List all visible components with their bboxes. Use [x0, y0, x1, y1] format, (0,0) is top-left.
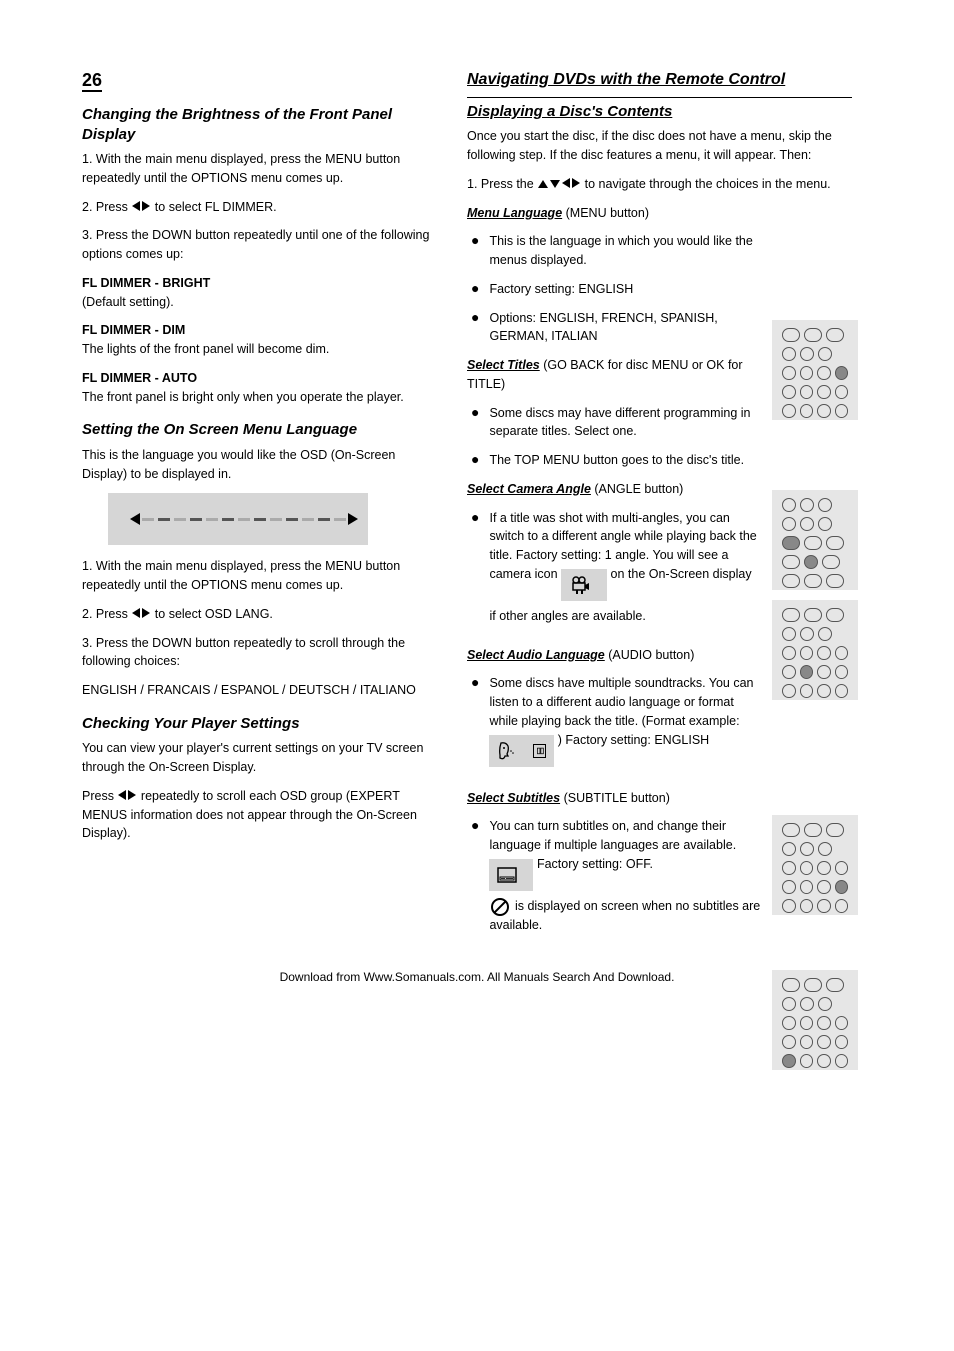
subtitle-sub: Select Subtitles (SUBTITLE button): [467, 789, 757, 808]
nav-step-1: 1. Press the to navigate through the cho…: [467, 175, 852, 194]
bullet-menu-lang-desc: This is the language in which you would …: [489, 232, 761, 270]
check-settings-desc: You can view your player's current setti…: [82, 739, 432, 777]
remote-diagram-menu: [772, 320, 858, 420]
remote-diagram-angle: [772, 600, 858, 700]
down-arrow-icon: [550, 180, 560, 188]
dolby-icon: ▯▯: [533, 744, 546, 758]
step-3-brightness: 3. Press the DOWN button repeatedly unti…: [82, 226, 432, 264]
select-titles-sub: Select Titles (GO BACK for disc MENU or …: [467, 356, 757, 394]
left-arrow-icon: [562, 178, 570, 188]
camera-angle-sub: Select Camera Angle (ANGLE button): [467, 480, 757, 499]
face-audio-icon: [497, 741, 515, 761]
step-2-brightness: 2. Press to select FL DIMMER.: [82, 198, 432, 217]
remote-diagram-subtitle: [772, 970, 858, 1070]
audio-format-box: ▯▯: [489, 735, 554, 767]
bullet-top-menu: The TOP MENU button goes to the disc's t…: [489, 451, 761, 470]
bullet-menu-lang-factory: Factory setting: ENGLISH: [489, 280, 761, 299]
bullet-titles-desc: Some discs may have different programmin…: [489, 404, 761, 442]
right-arrow-icon: [142, 201, 150, 211]
remote-diagram-audio: [772, 815, 858, 915]
left-arrow-icon: [132, 201, 140, 211]
left-arrow-icon: [132, 608, 140, 618]
camera-icon: [569, 575, 591, 595]
step-1-brightness: 1. With the main menu displayed, press t…: [82, 150, 432, 188]
osd-display-bar: [108, 493, 368, 545]
prohibit-icon: [491, 898, 509, 916]
osd-lang-desc: This is the language you would like the …: [82, 446, 432, 484]
osd-step-2: 2. Press to select OSD LANG.: [82, 605, 432, 624]
heading-navigating-dvds: Navigating DVDs with the Remote Control: [467, 70, 852, 91]
right-column: Navigating DVDs with the Remote Control …: [467, 70, 852, 944]
left-arrow-icon: [118, 790, 126, 800]
osd-step-3: 3. Press the DOWN button repeatedly to s…: [82, 634, 432, 672]
heading-osd-lang: Setting the On Screen Menu Language: [82, 420, 432, 440]
subtitle-icon: [497, 867, 517, 883]
right-arrow-icon: [572, 178, 580, 188]
up-arrow-icon: [538, 180, 548, 188]
osd-lang-options: ENGLISH / FRANCAIS / ESPANOL / DEUTSCH /…: [82, 681, 432, 700]
right-arrow-icon: [128, 790, 136, 800]
slider-dashes: [130, 513, 358, 525]
camera-icon-box: [561, 569, 607, 601]
disc-menu-desc: Once you start the disc, if the disc doe…: [467, 127, 852, 165]
page-number: 26: [82, 70, 432, 91]
dimmer-dim: FL DIMMER - DIMThe lights of the front p…: [82, 321, 432, 359]
bullet-menu-lang-options: Options: ENGLISH, FRENCH, SPANISH, GERMA…: [489, 309, 761, 347]
heading-check-settings: Checking Your Player Settings: [82, 714, 432, 734]
bullet-angle: If a title was shot with multi-angles, y…: [489, 509, 761, 626]
heading-brightness: Changing the Brightness of the Front Pan…: [82, 105, 432, 144]
bullet-subtitle: You can turn subtitles on, and change th…: [489, 817, 761, 934]
subtitle-icon-box: [489, 859, 533, 891]
heading-display-contents: Displaying a Disc's Contents: [467, 102, 852, 122]
footer-text: Download from Www.Somanuals.com. All Man…: [0, 970, 954, 984]
check-settings-scroll: Press repeatedly to scroll each OSD grou…: [82, 787, 432, 843]
right-arrow-icon: [142, 608, 150, 618]
osd-step-1: 1. With the main menu displayed, press t…: [82, 557, 432, 595]
dimmer-auto: FL DIMMER - AUTOThe front panel is brigh…: [82, 369, 432, 407]
bullet-audio: Some discs have multiple soundtracks. Yo…: [489, 674, 761, 772]
dimmer-bright: FL DIMMER - BRIGHT(Default setting).: [82, 274, 432, 312]
menu-language-sub: Menu Language (MENU button): [467, 204, 757, 223]
left-column: 26 Changing the Brightness of the Front …: [82, 70, 432, 853]
audio-lang-sub: Select Audio Language (AUDIO button): [467, 646, 757, 665]
remote-diagram-titles: [772, 490, 858, 590]
